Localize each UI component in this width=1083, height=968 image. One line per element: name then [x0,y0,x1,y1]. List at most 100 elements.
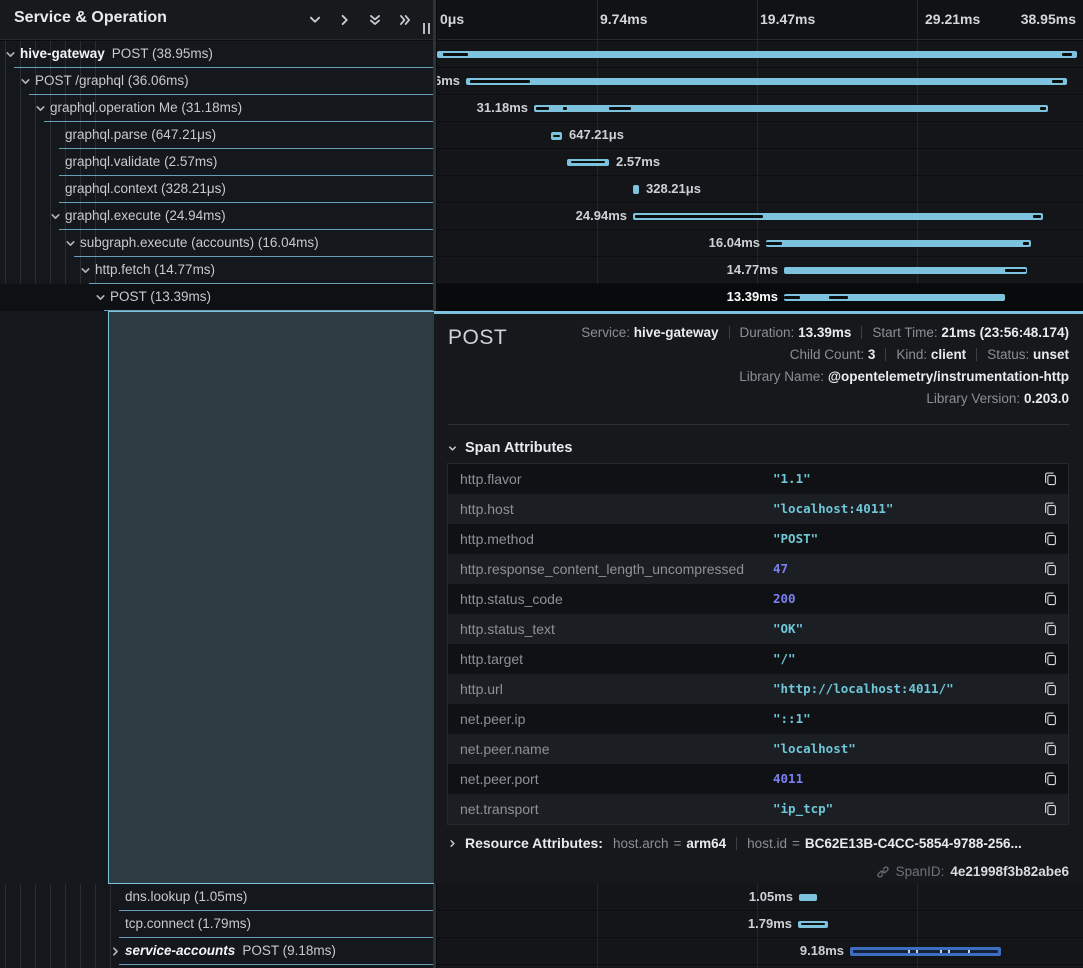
chevron-down-icon[interactable] [19,75,32,88]
span-id-value: 4e21998f3b82abe6 [950,864,1069,879]
library-name-label: Library Name: [739,369,824,384]
duration-label: 14.77ms [727,262,778,277]
copy-icon[interactable] [1043,681,1059,697]
tick-label: 19.47ms [760,11,815,27]
timeline-row[interactable]: 647.21μs [437,122,1083,149]
copy-icon[interactable] [1043,561,1059,577]
timeline-row-selected[interactable]: 13.39ms [437,284,1083,311]
attribute-value: "ip_tcp" [773,801,833,816]
timeline-row[interactable] [437,41,1083,68]
span-bar[interactable] [437,51,1077,58]
tree-row[interactable]: graphql.validate (2.57ms) [0,149,433,176]
tick-label: 0μs [440,11,464,27]
chevron-down-icon[interactable] [64,237,77,250]
chevron-down-icon[interactable] [34,102,47,115]
span-bar-collapsed[interactable] [850,947,1001,956]
span-bar[interactable] [551,132,562,140]
span-bar[interactable] [784,267,1027,274]
meta-line-3: Library Name: @opentelemetry/instrumenta… [581,366,1069,388]
library-name-value: @opentelemetry/instrumentation-http [828,369,1069,384]
resource-value: BC62E13B-C4CC-5854-9788-256... [805,836,1022,851]
tree-row[interactable]: service-accountsPOST (9.18ms) [0,938,433,965]
chevron-down-icon[interactable] [49,210,62,223]
copy-icon[interactable] [1043,771,1059,787]
column-resize-grip[interactable] [423,23,430,34]
copy-icon[interactable] [1043,801,1059,817]
attribute-value: "1.1" [773,471,811,486]
copy-icon[interactable] [1043,471,1059,487]
span-bar[interactable] [766,240,1031,247]
copy-icon[interactable] [1043,741,1059,757]
span-bar[interactable] [784,294,1005,301]
attribute-key: net.transport [460,801,539,817]
kind-value: client [931,347,966,362]
expand-all-icon[interactable] [397,12,413,28]
chevron-down-icon[interactable] [4,48,17,61]
tree-row[interactable]: graphql.operation Me (31.18ms) [0,95,433,122]
tree-row[interactable]: graphql.execute (24.94ms) [0,203,433,230]
kind-label: Kind: [896,347,927,362]
copy-icon[interactable] [1043,591,1059,607]
copy-icon[interactable] [1043,621,1059,637]
tree-toolbar [307,12,413,28]
expand-one-icon[interactable] [337,12,353,28]
span-label: http.fetch (14.77ms) [95,262,215,277]
span-bar[interactable] [799,894,817,901]
tree-row[interactable]: dns.lookup (1.05ms) [0,884,433,911]
timeline-row[interactable]: 24.94ms [437,203,1083,230]
copy-icon[interactable] [1043,711,1059,727]
timeline-row[interactable]: 14.77ms [437,257,1083,284]
tree-row-selected[interactable]: POST (13.39ms) [0,284,433,311]
span-bar[interactable] [534,105,1048,112]
collapse-one-icon[interactable] [307,12,323,28]
span-bar[interactable] [567,159,609,166]
timeline-row[interactable]: 31.18ms [437,95,1083,122]
copy-icon[interactable] [1043,501,1059,517]
span-bar[interactable] [798,921,828,928]
tree-row[interactable]: subgraph.execute (accounts) (16.04ms) [0,230,433,257]
tree-row[interactable]: graphql.context (328.21μs) [0,176,433,203]
chevron-down-icon[interactable] [79,264,92,277]
resource-attributes-title: Resource Attributes: [465,835,603,851]
status-value: unset [1033,347,1069,362]
timeline-row[interactable]: 16.04ms [437,230,1083,257]
tree-row[interactable]: POST /graphql (36.06ms) [0,68,433,95]
chevron-right-icon[interactable] [109,945,122,958]
tree-row[interactable]: hive-gatewayPOST (38.95ms) [0,41,433,68]
duration-label: 1.79ms [748,916,792,931]
duration-label: 24.94ms [576,208,627,223]
span-label: graphql.context (328.21μs) [65,181,226,196]
tree-row[interactable]: graphql.parse (647.21μs) [0,122,433,149]
equals-sign: = [673,836,681,851]
chevron-down-icon[interactable] [94,291,107,304]
span-bar[interactable] [633,213,1043,220]
tick-label: 29.21ms [925,11,980,27]
timeline-row[interactable]: 2.57ms [437,149,1083,176]
bar-notch [635,215,763,218]
tree-row[interactable]: tcp.connect (1.79ms) [0,911,433,938]
timeline-row[interactable]: 1.05ms [437,884,1083,911]
attribute-row: http.response_content_length_uncompresse… [448,554,1068,584]
timeline-row[interactable]: 1.79ms [437,911,1083,938]
resource-key: host.id [747,836,787,851]
collapse-all-icon[interactable] [367,12,383,28]
resource-attributes-row[interactable]: Resource Attributes: host.arch = arm64 h… [447,835,1022,851]
tick-label: 9.74ms [600,11,647,27]
copy-icon[interactable] [1043,651,1059,667]
tree-row[interactable]: http.fetch (14.77ms) [0,257,433,284]
timeline-row[interactable]: 9.18ms [437,938,1083,965]
duration-label: 2.57ms [616,154,660,169]
attribute-row: http.status_code 200 [448,584,1068,614]
span-bar[interactable] [633,185,639,194]
attribute-key: http.host [460,501,514,517]
start-time-value: 21ms (23:56:48.174) [941,325,1069,340]
span-bar[interactable] [466,78,1067,85]
timeline-row[interactable]: 328.21μs [437,176,1083,203]
timeline-row[interactable]: 36.06ms [437,68,1083,95]
copy-icon[interactable] [1043,531,1059,547]
start-time-label: Start Time: [872,325,937,340]
link-icon[interactable] [876,865,890,879]
child-count-value: 3 [868,347,876,362]
detail-span-title: POST [448,326,507,350]
span-attributes-toggle[interactable]: Span Attributes [447,440,572,456]
